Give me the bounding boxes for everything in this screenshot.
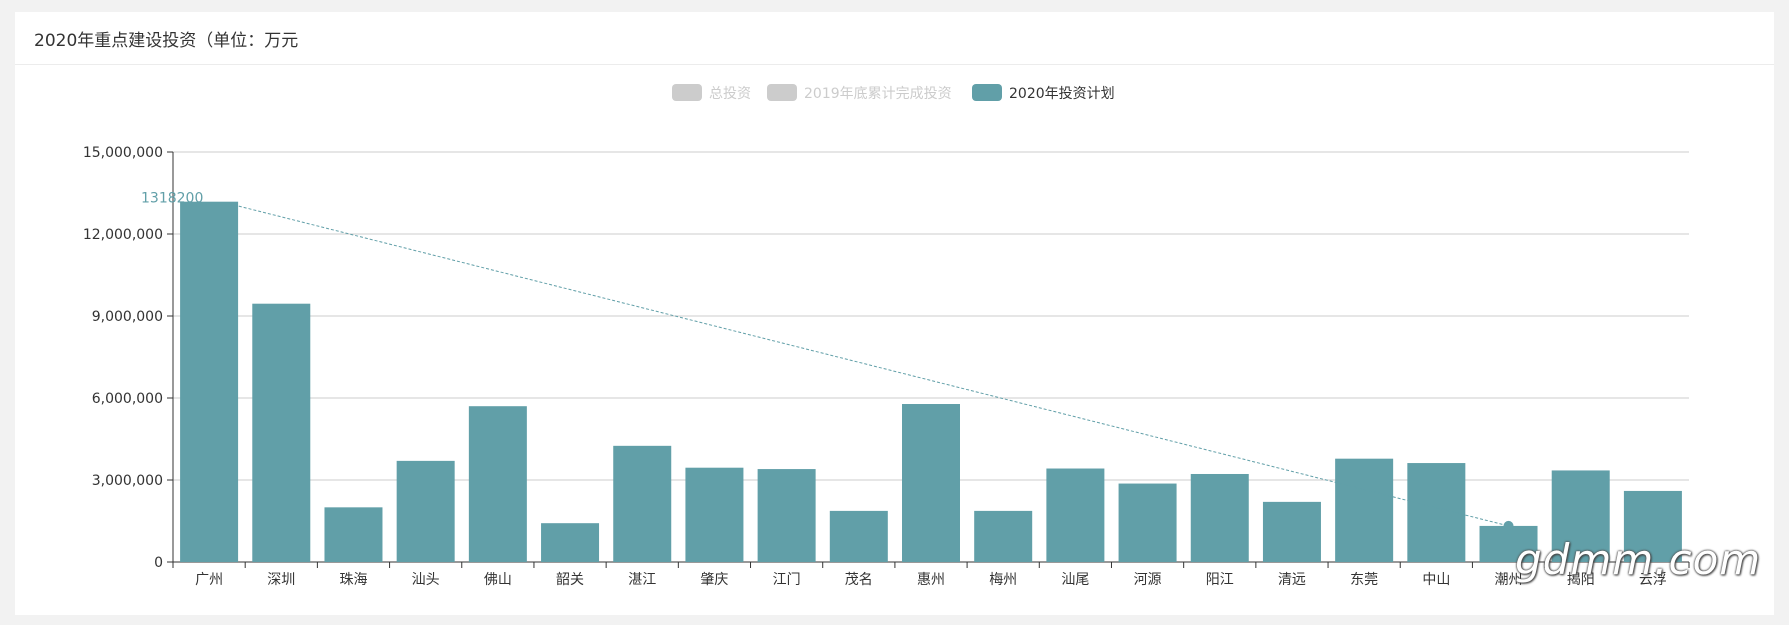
x-tick-label: 广州 xyxy=(195,572,223,588)
x-tick-label: 清远 xyxy=(1278,572,1306,588)
bar[interactable] xyxy=(180,201,239,562)
bar[interactable] xyxy=(757,469,816,562)
bar[interactable] xyxy=(1046,468,1105,562)
bar[interactable] xyxy=(468,406,527,562)
x-tick-label: 中山 xyxy=(1422,572,1450,588)
bar[interactable] xyxy=(324,507,383,562)
x-tick-label: 惠州 xyxy=(917,572,945,588)
y-tick-label: 6,000,000 xyxy=(92,391,163,407)
x-tick-label: 茂名 xyxy=(845,571,873,588)
bar[interactable] xyxy=(685,467,744,562)
x-tick-label: 肇庆 xyxy=(700,572,728,588)
bar[interactable] xyxy=(541,523,600,562)
legend-swatch[interactable] xyxy=(672,84,702,101)
x-tick-label: 汕头 xyxy=(412,572,440,588)
bar[interactable] xyxy=(1118,483,1177,562)
x-tick-label: 湛江 xyxy=(628,572,656,588)
y-tick-label: 0 xyxy=(154,555,163,571)
legend-item-label[interactable]: 总投资 xyxy=(709,86,751,102)
x-tick-label: 佛山 xyxy=(484,572,512,588)
bar[interactable] xyxy=(974,510,1033,562)
bar[interactable] xyxy=(902,404,960,562)
legend-item-label[interactable]: 2020年投资计划 xyxy=(1009,86,1115,102)
bar[interactable] xyxy=(396,460,455,562)
x-tick-label: 江门 xyxy=(773,572,801,588)
data-label: 1318200 xyxy=(141,191,203,207)
y-tick-label: 3,000,000 xyxy=(92,473,163,489)
x-tick-label: 韶关 xyxy=(556,572,584,588)
bar[interactable] xyxy=(252,303,311,562)
x-tick-label: 河源 xyxy=(1134,572,1162,588)
legend-swatch[interactable] xyxy=(767,84,797,101)
legend-swatch[interactable] xyxy=(972,84,1002,101)
x-tick-label: 东莞 xyxy=(1350,572,1378,588)
x-tick-label: 深圳 xyxy=(267,572,295,588)
y-tick-label: 9,000,000 xyxy=(92,309,163,325)
legend-item-label[interactable]: 2019年底累计完成投资 xyxy=(804,86,952,102)
trend-end-point xyxy=(1503,520,1514,531)
bar[interactable] xyxy=(613,445,672,562)
bar[interactable] xyxy=(1335,458,1394,562)
y-tick-label: 12,000,000 xyxy=(83,227,163,243)
x-tick-label: 梅州 xyxy=(989,572,1017,588)
x-tick-label: 阳江 xyxy=(1206,572,1234,588)
bar[interactable] xyxy=(1190,473,1249,562)
bar[interactable] xyxy=(1262,501,1321,562)
y-tick-label: 15,000,000 xyxy=(83,145,163,161)
x-tick-label: 珠海 xyxy=(339,572,367,588)
bar[interactable] xyxy=(829,510,888,562)
x-tick-label: 汕尾 xyxy=(1061,572,1089,588)
bar-chart: 0 3,000,000 6,000,000 9,000,000 12,000,000 15… xyxy=(83,84,1690,588)
watermark: gdmm.com xyxy=(1515,535,1762,584)
